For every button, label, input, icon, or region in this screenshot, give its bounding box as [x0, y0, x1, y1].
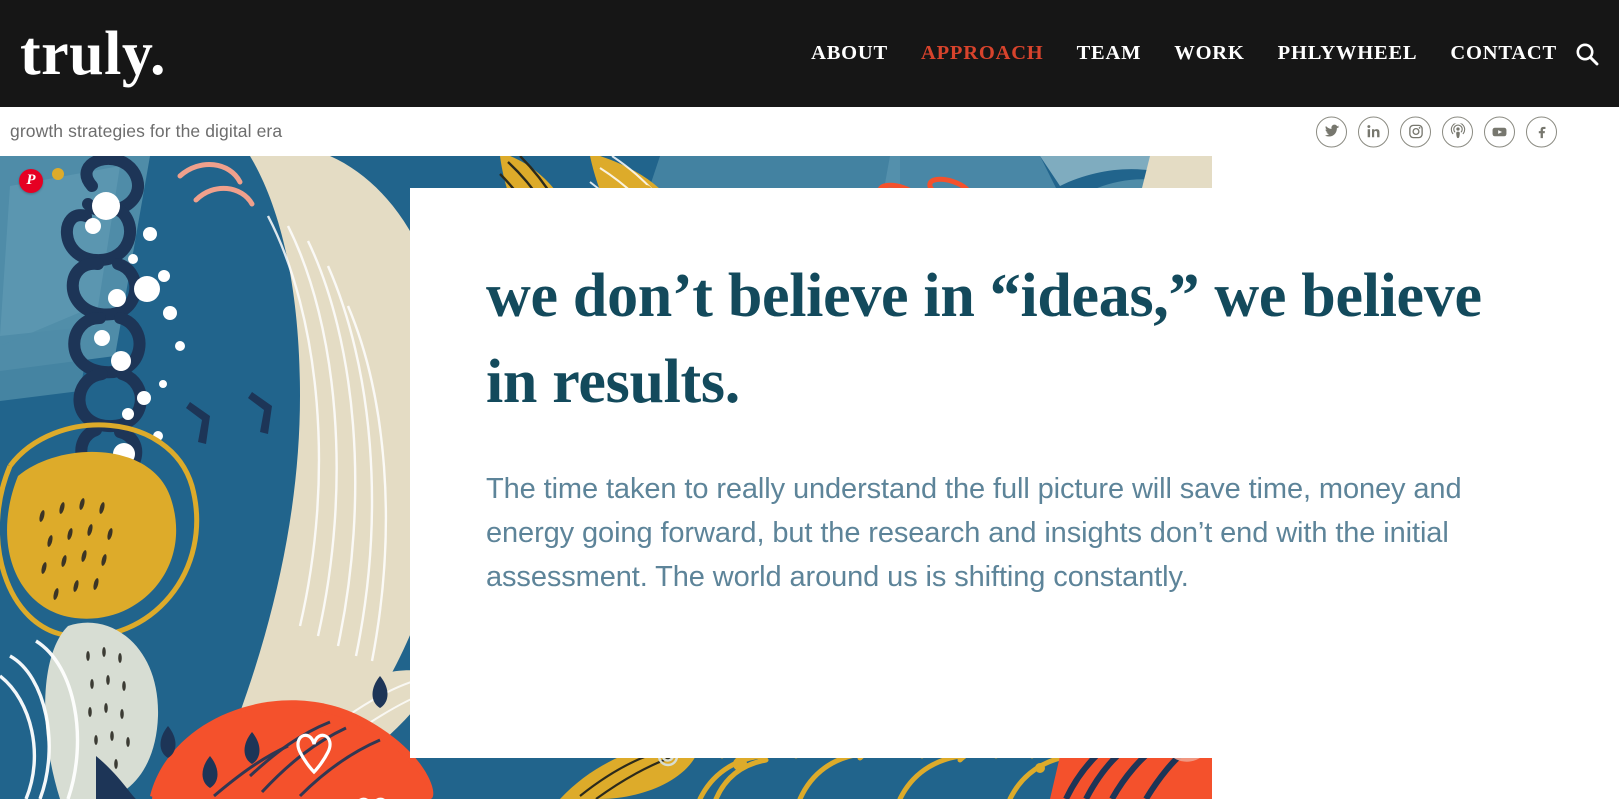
pinterest-save-badge[interactable]: P [19, 169, 43, 193]
hero-headline: we don’t believe in “ideas,” we believe … [486, 262, 1482, 416]
linkedin-icon [1366, 125, 1379, 138]
nav-item-contact[interactable]: CONTACT [1450, 42, 1557, 65]
podcast-icon [1450, 123, 1465, 139]
nav-item-team[interactable]: TEAM [1077, 42, 1142, 65]
social-link-twitter[interactable] [1316, 116, 1347, 147]
social-link-youtube[interactable] [1484, 116, 1515, 147]
social-links [1316, 116, 1557, 147]
hero-content-card: we don’t believe in “ideas,” we believe … [410, 188, 1619, 758]
social-link-instagram[interactable] [1400, 116, 1431, 147]
search-icon [1576, 43, 1599, 65]
tagline-bar: growth strategies for the digital era [0, 107, 1619, 156]
site-header: truly. ABOUT APPROACH TEAM WORK PHLYWHEE… [0, 0, 1619, 107]
instagram-icon [1408, 124, 1423, 139]
pinterest-save-label: P [26, 172, 36, 188]
social-link-facebook[interactable] [1526, 116, 1557, 147]
hero-body-text: The time taken to really understand the … [486, 473, 1462, 594]
hero-section: P we don’t believe in “ideas,” we believ… [0, 156, 1619, 799]
site-logo[interactable]: truly. [20, 23, 166, 85]
search-button[interactable] [1567, 34, 1607, 74]
social-link-podcast[interactable] [1442, 116, 1473, 147]
social-link-linkedin[interactable] [1358, 116, 1389, 147]
site-tagline: growth strategies for the digital era [10, 121, 283, 141]
twitter-icon [1324, 124, 1339, 137]
nav-item-work[interactable]: WORK [1174, 42, 1244, 65]
nav-item-phlywheel[interactable]: PHLYWHEEL [1278, 42, 1418, 65]
nav-item-approach[interactable]: APPROACH [921, 42, 1044, 65]
nav-item-about[interactable]: ABOUT [811, 42, 888, 65]
main-navigation: ABOUT APPROACH TEAM WORK PHLYWHEEL CONTA… [811, 0, 1557, 107]
youtube-icon [1492, 127, 1507, 136]
facebook-icon [1538, 126, 1545, 139]
